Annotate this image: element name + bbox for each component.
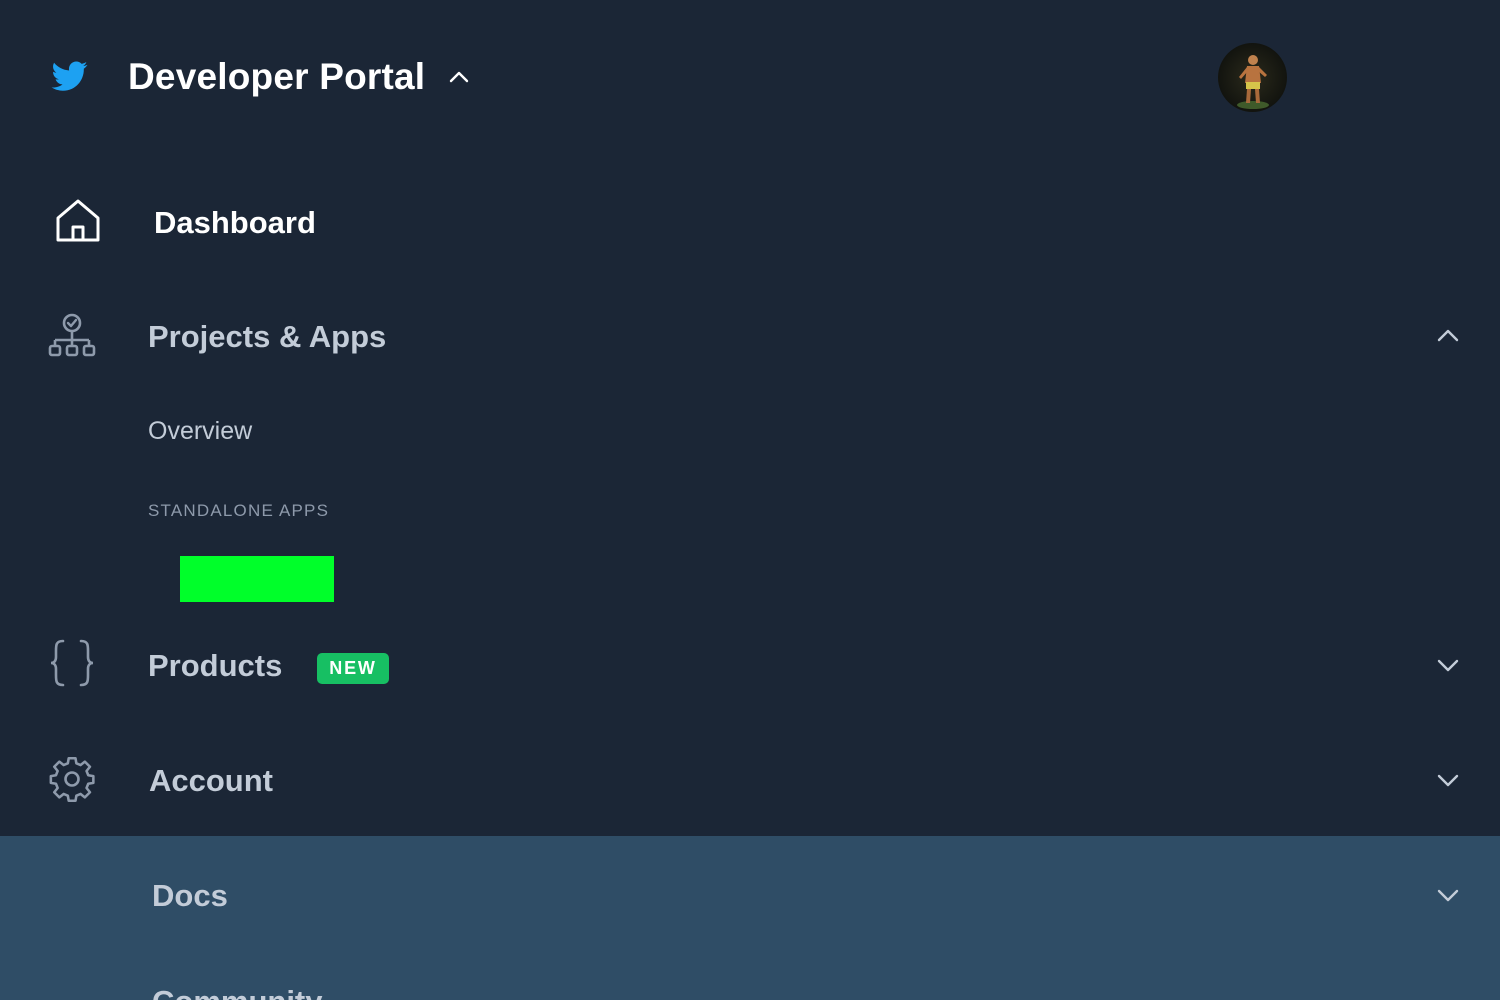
chevron-down-icon[interactable] — [1434, 881, 1462, 909]
twitter-bird-icon[interactable] — [50, 58, 90, 94]
nav-item-dashboard[interactable]: Dashboard — [0, 172, 1500, 272]
chevron-down-icon[interactable] — [1434, 651, 1462, 679]
nav-label-dashboard: Dashboard — [154, 205, 316, 240]
avatar[interactable] — [1218, 43, 1287, 112]
chevron-down-icon[interactable] — [1434, 766, 1462, 794]
nav-item-projects-apps[interactable]: Projects & Apps — [0, 287, 1500, 387]
gear-icon — [49, 756, 95, 803]
developer-portal-menu: Developer Portal Dashboard Projects & Ap… — [0, 0, 1500, 1000]
app-title[interactable]: Developer Portal — [128, 56, 425, 98]
nav-item-account[interactable]: Account — [0, 730, 1500, 830]
nav-label-docs: Docs — [152, 878, 228, 913]
curly-braces-icon — [50, 639, 94, 687]
org-chart-icon — [48, 313, 96, 357]
chevron-up-icon[interactable] — [446, 64, 472, 90]
section-label-standalone-apps: STANDALONE APPS — [148, 501, 330, 520]
home-icon — [56, 199, 100, 242]
chevron-up-icon[interactable] — [1434, 322, 1462, 350]
sub-item-overview[interactable]: Overview — [148, 417, 252, 446]
nav-label-products: Products — [148, 648, 283, 683]
nav-label-projects-apps: Projects & Apps — [148, 319, 387, 354]
nav-item-products[interactable]: Products — [0, 617, 1500, 717]
nav-label-community[interactable]: Community — [152, 984, 323, 1000]
nav-label-account: Account — [149, 763, 273, 798]
standalone-app-redacted[interactable] — [180, 556, 334, 602]
nav-item-docs[interactable]: Docs — [0, 836, 1500, 1000]
new-badge: NEW — [317, 653, 389, 684]
header: Developer Portal — [0, 0, 1500, 160]
